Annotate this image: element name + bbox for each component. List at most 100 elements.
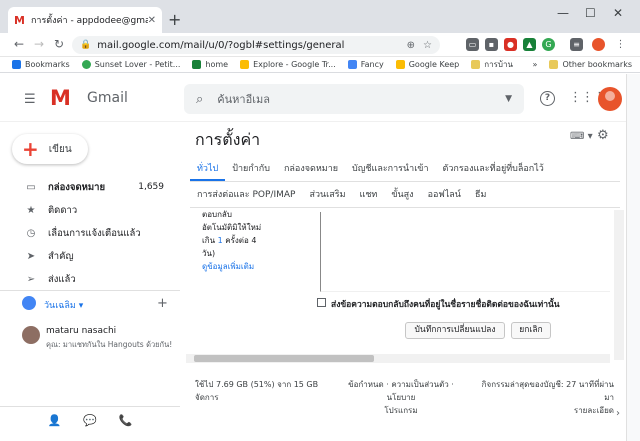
compose-plus-icon: + — [22, 137, 39, 161]
reload-icon[interactable]: ↻ — [54, 37, 64, 51]
new-chat-button[interactable]: + — [157, 296, 168, 311]
extension-icon[interactable]: ● — [504, 38, 517, 51]
inbox-icon: ▭ — [26, 181, 36, 193]
vacation-description: ตอบกลับ อัตโนมัติมิให้ใหม่ เกิน 1 ครั้งต… — [202, 208, 274, 273]
star-icon: ★ — [26, 204, 36, 216]
zoom-icon[interactable]: ⊕ — [407, 40, 415, 51]
hangouts-user-avatar[interactable] — [22, 296, 36, 310]
extension-icon[interactable]: G — [542, 38, 555, 51]
hangouts-user-name[interactable]: วันเฉลิม ▾ — [44, 298, 83, 312]
sidebar-item[interactable]: ➢ ส่งแล้ว — [0, 268, 180, 290]
new-tab-button[interactable]: + — [168, 10, 181, 29]
input-tools-icon[interactable]: ⌨ ▾ — [570, 131, 593, 142]
back-icon[interactable]: ← — [14, 37, 24, 51]
settings-tab[interactable]: ทั่วไป — [190, 160, 226, 181]
sidebar-item-label: ส่งแล้ว — [48, 273, 76, 285]
expand-panel-icon[interactable]: › — [616, 408, 620, 419]
phone-icon[interactable]: 📞 — [119, 414, 133, 427]
other-bookmarks[interactable]: Other bookmarks — [549, 60, 632, 69]
bookmark-item[interactable]: Bookmarks — [12, 60, 70, 69]
person-icon[interactable]: 👤 — [47, 414, 61, 427]
cancel-button[interactable]: ยกเลิก — [511, 322, 551, 339]
vacation-message-editor[interactable] — [320, 212, 610, 292]
menu-icon[interactable]: ⋮ — [614, 38, 627, 51]
sidebar-item-label: เลื่อนการแจ้งเตือนแล้ว — [48, 227, 141, 239]
forward-icon[interactable]: → — [34, 37, 44, 51]
settings-tabs-row1: ทั่วไป ป้ายกำกับ กล่องจดหมาย บัญชีและการนำเ… — [190, 160, 620, 182]
settings-tab[interactable]: ป้ายกำกับ — [225, 160, 277, 181]
sidebar-item[interactable]: ★ ติดดาว — [0, 199, 180, 221]
close-tab-icon[interactable]: ✕ — [148, 15, 156, 26]
bookmarks-more[interactable]: » — [533, 60, 538, 69]
folder-icon — [549, 60, 559, 69]
contacts-only-checkbox[interactable] — [317, 298, 326, 307]
learn-more-link[interactable]: ดูข้อมูลเพิ่มเติม — [202, 260, 274, 273]
sidebar-item[interactable]: ▭ กล่องจดหมาย 1,659 — [0, 176, 180, 198]
account-activity: กิจกรรมล่าสุดของบัญชี: 27 นาทีที่ผ่าน มา… — [478, 378, 614, 417]
profile-avatar-icon[interactable] — [592, 38, 605, 51]
label-icon: ➤ — [26, 250, 36, 262]
contact-avatar[interactable] — [22, 326, 40, 344]
tab-title: การตั้งค่า - appdodee@gmail.com — [30, 16, 148, 26]
unread-count: 1,659 — [138, 182, 164, 192]
settings-tab[interactable]: ส่วนเสริม — [302, 186, 352, 207]
browser-tab[interactable]: M การตั้งค่า - appdodee@gmail.com ✕ — [8, 7, 162, 33]
divider — [0, 290, 180, 291]
hangouts-icon[interactable]: 💬 — [83, 414, 97, 427]
bookmark-item[interactable]: Explore - Google Tr... — [240, 60, 336, 69]
extension-icon[interactable]: ▲ — [523, 38, 536, 51]
address-bar[interactable]: 🔒 mail.google.com/mail/u/0/?ogbl#setting… — [72, 36, 440, 54]
bookmark-item[interactable]: Google Keep — [395, 60, 459, 69]
settings-tab[interactable]: กล่องจดหมาย — [277, 160, 345, 181]
settings-tab[interactable]: ตัวกรองและที่อยู่ที่บล็อกไว้ — [436, 160, 551, 181]
compose-button[interactable]: + เขียน — [12, 134, 88, 164]
main-menu-icon[interactable]: ☰ — [24, 92, 36, 107]
gmail-logo-icon[interactable]: M — [50, 88, 71, 109]
settings-tab[interactable]: แชท — [353, 186, 385, 207]
settings-tab[interactable]: ออฟไลน์ — [421, 186, 468, 207]
sidebar-item[interactable]: ◷ เลื่อนการแจ้งเตือนแล้ว — [0, 222, 180, 244]
bookmarks-bar: Bookmarks Sunset Lover - Petit... home E… — [0, 57, 640, 73]
settings-tab[interactable]: ขั้นสูง — [384, 186, 420, 207]
save-changes-button[interactable]: บันทึกการเปลี่ยนแปลง — [405, 322, 505, 339]
bookmark-icon — [12, 60, 21, 69]
contact-name[interactable]: mataru nasachi — [46, 326, 116, 336]
bookmark-icon — [347, 60, 357, 69]
search-input[interactable]: ค้นหาอีเมล — [217, 90, 505, 108]
url-text: mail.google.com/mail/u/0/?ogbl#settings/… — [97, 39, 345, 51]
bookmark-star-icon[interactable]: ☆ — [423, 40, 432, 51]
search-options-icon[interactable]: ▼ — [505, 94, 512, 104]
manage-storage-link[interactable]: จัดการ — [195, 391, 325, 404]
bookmark-item[interactable]: home — [192, 60, 228, 69]
send-icon: ➢ — [26, 273, 36, 285]
settings-tab[interactable]: การส่งต่อและ POP/IMAP — [190, 186, 302, 207]
search-icon[interactable]: ⌕ — [196, 92, 203, 107]
minimize-icon[interactable]: — — [557, 6, 569, 20]
bookmark-folder[interactable]: การบ้าน — [471, 58, 513, 71]
gmail-logo-text[interactable]: Gmail — [87, 90, 128, 106]
extension-icon[interactable]: ▪ — [485, 38, 498, 51]
scrollbar-thumb[interactable] — [194, 355, 374, 362]
bookmark-icon — [192, 60, 202, 69]
terms-links[interactable]: ข้อกำหนด · ความเป็นส่วนตัว · นโยบาย โปรแ… — [336, 378, 466, 417]
settings-tab[interactable]: บัญชีและการนำเข้า — [345, 160, 435, 181]
sidebar-item[interactable]: ➤ สำคัญ — [0, 245, 180, 267]
extension-icon[interactable]: ▭ — [466, 38, 479, 51]
extension-icon[interactable]: ≡ — [570, 38, 583, 51]
sidebar-item-label: สำคัญ — [48, 250, 74, 262]
vertical-scrollbar[interactable] — [614, 210, 624, 360]
close-window-icon[interactable]: ✕ — [613, 6, 623, 20]
bookmark-item[interactable]: Fancy — [347, 60, 384, 69]
folder-icon — [471, 60, 481, 69]
side-panel — [626, 74, 640, 441]
account-avatar[interactable] — [598, 87, 622, 111]
gear-icon[interactable]: ⚙ — [597, 128, 609, 143]
bookmark-item[interactable]: Sunset Lover - Petit... — [81, 60, 180, 69]
settings-tabs-row2: การส่งต่อและ POP/IMAP ส่วนเสริม แชท ขั้นสูง… — [190, 186, 620, 208]
details-link[interactable]: รายละเอียด — [478, 404, 614, 417]
maximize-icon[interactable]: ☐ — [585, 6, 596, 20]
contacts-only-label[interactable]: ส่งข้อความตอบกลับถึงคนที่อยู่ในชื่อรายชื… — [331, 297, 560, 311]
help-icon[interactable]: ? — [540, 91, 555, 106]
search-bar[interactable]: ⌕ ค้นหาอีเมล ▼ — [184, 84, 524, 114]
settings-tab[interactable]: ธีม — [468, 186, 493, 207]
